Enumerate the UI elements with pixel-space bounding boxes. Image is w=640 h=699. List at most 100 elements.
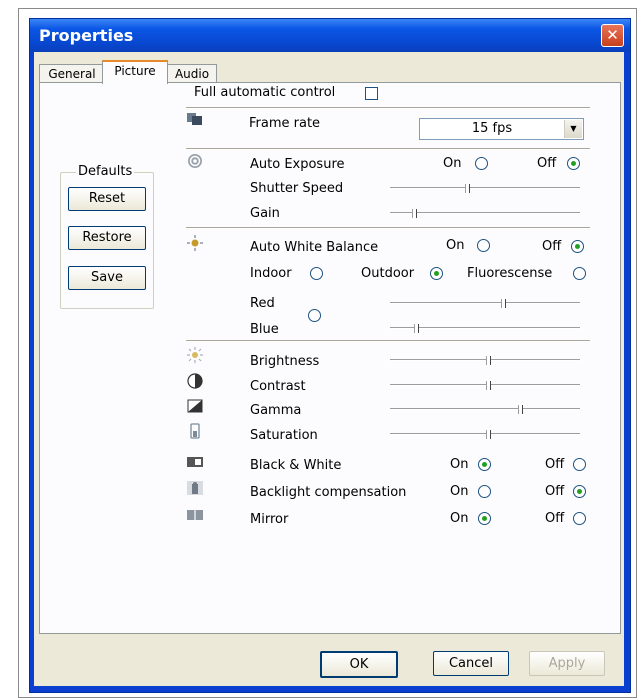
chevron-down-icon[interactable]: ▼ — [564, 120, 582, 138]
red-label: Red — [250, 296, 275, 311]
ok-button[interactable]: OK — [320, 651, 398, 678]
restore-button-label: Restore — [82, 230, 132, 245]
contrast-icon — [187, 373, 203, 389]
cancel-button[interactable]: Cancel — [433, 651, 509, 676]
white-balance-icon — [187, 235, 203, 251]
auto-exposure-on-label: On — [443, 156, 462, 171]
save-button-label: Save — [91, 270, 123, 285]
ok-button-label: OK — [349, 657, 369, 672]
indoor-label: Indoor — [250, 266, 292, 281]
backlight-on-radio[interactable] — [478, 485, 491, 498]
auto-exposure-on-radio[interactable] — [475, 157, 488, 170]
frame-rate-value: 15 fps — [471, 121, 513, 136]
gamma-label: Gamma — [250, 403, 302, 418]
tab-audio[interactable]: Audio — [167, 64, 217, 83]
black-white-icon — [187, 457, 203, 467]
blue-label: Blue — [250, 322, 279, 337]
slider-track — [390, 187, 580, 189]
backlight-off-label: Off — [545, 484, 565, 499]
backlight-off-radio[interactable] — [573, 485, 586, 498]
black-white-off-label: Off — [545, 457, 565, 472]
black-white-on-radio[interactable] — [478, 458, 491, 471]
slider-thumb[interactable] — [411, 209, 417, 218]
frame-rate-icon — [187, 113, 202, 125]
outdoor-radio[interactable] — [430, 267, 443, 280]
mirror-icon — [187, 510, 203, 520]
auto-white-balance-on-radio[interactable] — [477, 239, 490, 252]
slider-thumb[interactable] — [485, 430, 491, 439]
slider-track — [390, 302, 580, 304]
slider-thumb[interactable] — [485, 356, 491, 365]
saturation-label: Saturation — [250, 428, 318, 443]
auto-white-balance-on-label: On — [446, 238, 465, 253]
fluorescent-label: Fluorescense — [467, 266, 553, 281]
saturation-icon — [190, 423, 200, 439]
black-white-off-radio[interactable] — [573, 458, 586, 471]
indoor-radio[interactable] — [310, 267, 323, 280]
gain-slider[interactable] — [390, 209, 580, 218]
apply-button-label: Apply — [548, 656, 586, 671]
mirror-off-label: Off — [545, 511, 565, 526]
brightness-icon — [187, 347, 203, 363]
mirror-label: Mirror — [250, 512, 289, 527]
mirror-on-label: On — [450, 511, 469, 526]
slider-thumb[interactable] — [501, 299, 507, 308]
auto-exposure-off-label: Off — [537, 156, 557, 171]
divider — [186, 340, 590, 342]
slider-track — [390, 212, 580, 214]
auto-white-balance-off-label: Off — [542, 239, 562, 254]
title-bar[interactable]: Properties ✕ — [30, 19, 630, 52]
backlight-icon — [187, 481, 203, 495]
fluorescent-radio[interactable] — [573, 267, 586, 280]
black-white-on-label: On — [450, 457, 469, 472]
frame-rate-select[interactable]: 15 fps ▼ — [419, 118, 584, 140]
slider-thumb[interactable] — [518, 405, 524, 414]
aperture-icon — [188, 154, 202, 168]
reset-button[interactable]: Reset — [68, 187, 146, 211]
mirror-off-radio[interactable] — [573, 512, 586, 525]
shutter-speed-slider[interactable] — [390, 184, 580, 193]
save-button[interactable]: Save — [68, 266, 146, 290]
full-auto-checkbox[interactable] — [365, 87, 378, 100]
blue-slider[interactable] — [390, 324, 580, 333]
tab-picture[interactable]: Picture — [102, 60, 168, 84]
apply-button[interactable]: Apply — [529, 651, 605, 676]
tab-picture-label: Picture — [114, 64, 156, 78]
reset-button-label: Reset — [88, 191, 126, 206]
contrast-slider[interactable] — [390, 381, 580, 390]
auto-white-balance-off-radio[interactable] — [571, 240, 584, 253]
close-button[interactable]: ✕ — [601, 24, 624, 47]
properties-dialog: Properties ✕ General Picture Audio Full … — [29, 18, 631, 693]
tab-general-label: General — [48, 67, 96, 81]
divider — [186, 227, 590, 229]
frame-rate-label: Frame rate — [249, 116, 321, 131]
tab-audio-label: Audio — [174, 67, 210, 81]
gain-label: Gain — [250, 206, 280, 221]
restore-button[interactable]: Restore — [68, 226, 146, 250]
window-title: Properties — [39, 26, 134, 45]
outdoor-label: Outdoor — [361, 266, 415, 281]
backlight-on-label: On — [450, 484, 469, 499]
manual-color-radio[interactable] — [308, 309, 321, 322]
auto-white-balance-label: Auto White Balance — [250, 240, 379, 255]
backlight-label: Backlight compensation — [250, 485, 407, 500]
brightness-label: Brightness — [250, 354, 320, 369]
black-white-label: Black & White — [250, 458, 342, 473]
cancel-button-label: Cancel — [448, 656, 494, 671]
saturation-slider[interactable] — [390, 430, 580, 439]
slider-thumb[interactable] — [413, 324, 419, 333]
tab-general[interactable]: General — [39, 64, 105, 83]
gamma-slider[interactable] — [390, 405, 580, 414]
red-slider[interactable] — [390, 299, 580, 308]
divider — [186, 107, 590, 109]
picture-panel: Full automatic control Defaults Reset Re… — [39, 82, 621, 634]
divider — [186, 148, 590, 150]
close-icon: ✕ — [606, 26, 619, 44]
mirror-on-radio[interactable] — [478, 512, 491, 525]
slider-thumb[interactable] — [485, 381, 491, 390]
auto-exposure-off-radio[interactable] — [567, 157, 580, 170]
auto-exposure-label: Auto Exposure — [250, 157, 345, 172]
contrast-label: Contrast — [250, 379, 306, 394]
brightness-slider[interactable] — [390, 356, 580, 365]
slider-thumb[interactable] — [465, 184, 470, 193]
